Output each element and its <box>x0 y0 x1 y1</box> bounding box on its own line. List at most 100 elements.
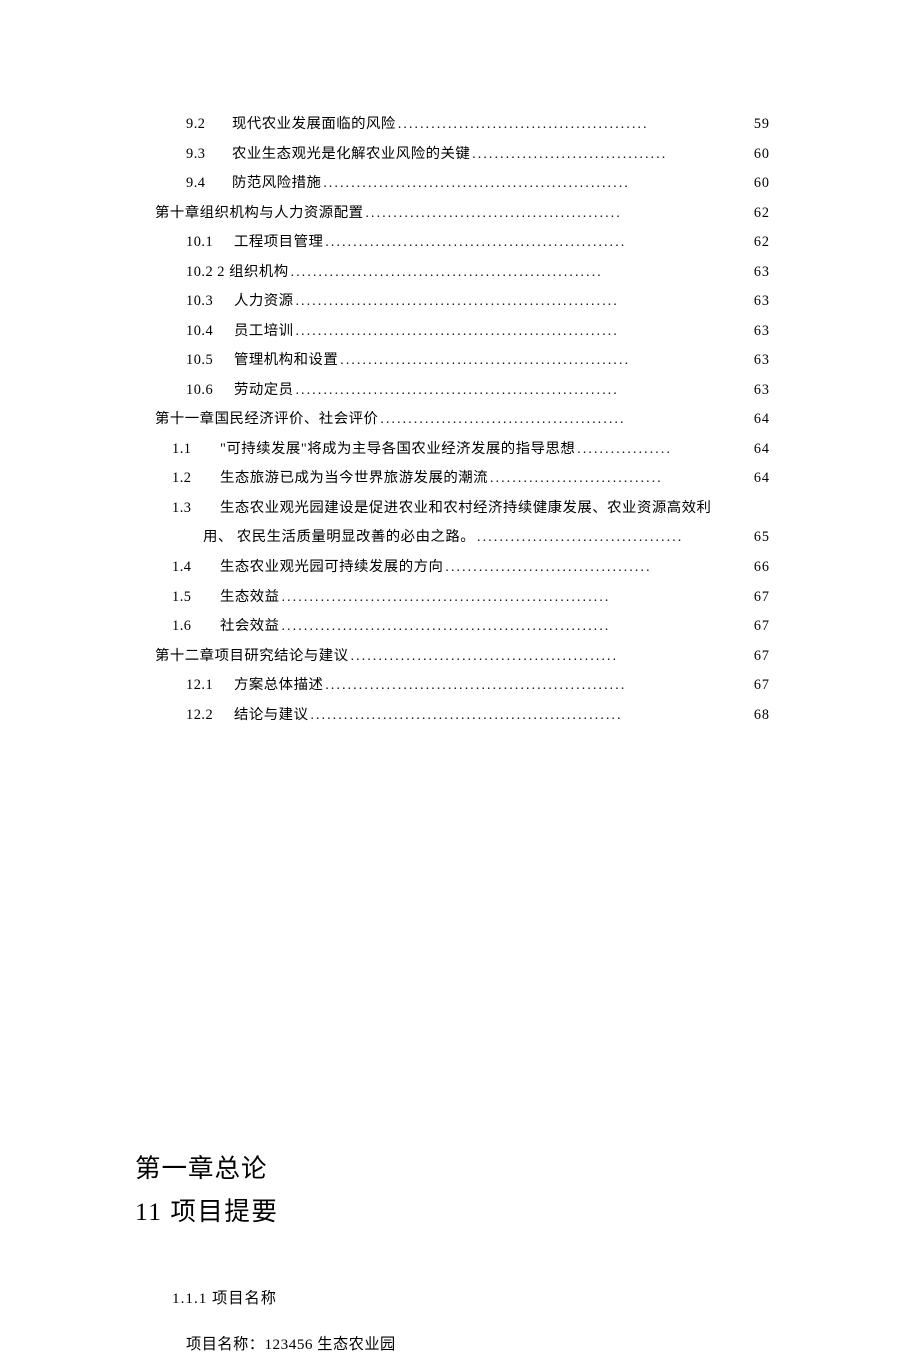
toc-title: 生态旅游已成为当今世界旅游发展的潮流 <box>220 464 488 494</box>
toc-number: 1.4 <box>172 553 220 583</box>
toc-number: 1.1 <box>172 435 220 465</box>
toc-entry: 10.5管理机构和设置.............................… <box>155 346 770 376</box>
toc-leader: ................................... <box>470 140 754 168</box>
toc-entry: 1.1"可持续发展"将成为主导各国农业经济发展的指导思想............… <box>155 435 770 465</box>
toc-title: 10.2 2 组织机构 <box>186 258 289 288</box>
toc-entry: 10.2 2 组织机构.............................… <box>155 258 770 288</box>
toc-leader: ........................................… <box>378 405 753 433</box>
toc-number: 1.5 <box>172 583 220 613</box>
toc-title: 管理机构和设置 <box>234 346 338 376</box>
toc-leader: ..................................... <box>443 553 753 581</box>
toc-page: 60 <box>754 140 770 169</box>
toc-leader: ........................................… <box>294 287 754 315</box>
toc-title: 工程项目管理 <box>234 228 323 258</box>
toc-page: 67 <box>754 583 770 612</box>
toc-entry-wrap: 用、 农民生活质量明显改善的必由之路。 ....................… <box>155 523 770 553</box>
toc-number: 1.6 <box>172 612 220 642</box>
toc-entry: 1.5生态效益.................................… <box>155 583 770 613</box>
toc-leader: ........................................… <box>323 671 753 699</box>
toc-page: 60 <box>754 169 770 198</box>
toc-page: 64 <box>754 405 770 434</box>
toc-title: 农业生态观光是化解农业风险的关键 <box>232 140 470 170</box>
toc-page: 64 <box>754 435 770 464</box>
toc-chapter-entry: 第十一章国民经济评价、社会评价.........................… <box>155 405 770 435</box>
toc-number: 1.2 <box>172 464 220 494</box>
toc-leader: ..................................... <box>475 523 754 551</box>
toc-number: 10.3 <box>186 287 234 317</box>
toc-page: 68 <box>754 701 770 730</box>
toc-entry: 1.2生态旅游已成为当今世界旅游发展的潮流...................… <box>155 464 770 494</box>
toc-title: 防范风险措施 <box>232 169 321 199</box>
toc-leader: ........................................… <box>338 346 754 374</box>
toc-number: 12.2 <box>186 701 234 731</box>
toc-title: 生态农业观光园可持续发展的方向 <box>220 553 443 583</box>
toc-leader: ........................................… <box>321 169 753 197</box>
toc-title: 生态农业观光园建设是促进农业和农村经济持续健康发展、农业资源高效利 <box>220 494 711 524</box>
toc-number: 9.4 <box>186 169 232 199</box>
toc-number: 10.5 <box>186 346 234 376</box>
toc-number: 10.1 <box>186 228 234 258</box>
toc-number: 9.3 <box>186 140 232 170</box>
toc-page: 67 <box>754 612 770 641</box>
section-heading: 11 项目提要 <box>135 1191 770 1228</box>
chapter-body: 第一章总论 11 项目提要 1.1.1 项目名称 项目名称：123456 生态农… <box>155 1148 770 1354</box>
toc-entry: 10.1工程项目管理..............................… <box>155 228 770 258</box>
toc-leader: ............................... <box>488 464 754 492</box>
toc-leader: ................. <box>575 435 754 463</box>
toc-entry: 9.2现代农业发展面临的风险..........................… <box>155 110 770 140</box>
toc-page: 59 <box>754 110 770 139</box>
toc-title: 现代农业发展面临的风险 <box>232 110 396 140</box>
toc-leader: ........................................… <box>294 317 754 345</box>
toc-number: 9.2 <box>186 110 232 140</box>
toc-number: 10.4 <box>186 317 234 347</box>
toc-page: 63 <box>754 317 770 346</box>
toc-entry: 10.4员工培训................................… <box>155 317 770 347</box>
toc-leader: ........................................… <box>280 612 754 640</box>
toc-leader: ........................................… <box>308 701 753 729</box>
toc-page: 62 <box>754 228 770 257</box>
toc-title: 生态效益 <box>220 583 280 613</box>
toc-chapter-entry: 第十章组织机构与人力资源配置..........................… <box>155 199 770 229</box>
toc-title: 方案总体描述 <box>234 671 323 701</box>
toc-page: 65 <box>754 523 770 552</box>
toc-entry: 1.3生态农业观光园建设是促进农业和农村经济持续健康发展、农业资源高效利 <box>155 494 770 524</box>
toc-page: 63 <box>754 258 770 287</box>
toc-number: 10.6 <box>186 376 234 406</box>
toc-leader: ........................................… <box>363 199 753 227</box>
toc-title: 第十章组织机构与人力资源配置 <box>155 199 363 229</box>
toc-entry: 12.1方案总体描述..............................… <box>155 671 770 701</box>
toc-page: 63 <box>754 346 770 375</box>
toc-chapter-entry: 第十二章项目研究结论与建议...........................… <box>155 642 770 672</box>
toc-leader: ........................................… <box>349 642 754 670</box>
toc-entry: 1.6社会效益.................................… <box>155 612 770 642</box>
toc-page: 62 <box>754 199 770 228</box>
chapter-heading: 第一章总论 <box>135 1148 770 1185</box>
toc-entry: 12.2结论与建议...............................… <box>155 701 770 731</box>
toc-leader: ........................................… <box>294 376 754 404</box>
toc-title: 员工培训 <box>234 317 294 347</box>
toc-leader: ........................................… <box>280 583 754 611</box>
toc-number: 1.3 <box>172 494 220 524</box>
toc-title: 劳动定员 <box>234 376 294 406</box>
toc-page: 67 <box>754 642 770 671</box>
subsection-heading: 1.1.1 项目名称 <box>172 1286 770 1308</box>
toc-entry: 1.4生态农业观光园可持续发展的方向......................… <box>155 553 770 583</box>
table-of-contents: 9.2现代农业发展面临的风险..........................… <box>155 110 770 730</box>
toc-title: 社会效益 <box>220 612 280 642</box>
toc-entry: 10.6劳动定员................................… <box>155 376 770 406</box>
toc-title: 结论与建议 <box>234 701 308 731</box>
project-name-line: 项目名称：123456 生态农业园 <box>186 1332 770 1354</box>
toc-number: 12.1 <box>186 671 234 701</box>
toc-entry: 9.3农业生态观光是化解农业风险的关键.....................… <box>155 140 770 170</box>
toc-leader: ........................................… <box>396 110 754 138</box>
toc-page: 63 <box>754 287 770 316</box>
toc-title: 用、 农民生活质量明显改善的必由之路。 <box>203 523 475 553</box>
toc-title: 第十二章项目研究结论与建议 <box>155 642 349 672</box>
toc-leader: ........................................… <box>323 228 753 256</box>
toc-page: 67 <box>754 671 770 700</box>
toc-page: 63 <box>754 376 770 405</box>
toc-title: "可持续发展"将成为主导各国农业经济发展的指导思想 <box>220 435 575 465</box>
toc-page: 66 <box>754 553 770 582</box>
toc-title: 第十一章国民经济评价、社会评价 <box>155 405 378 435</box>
toc-entry: 10.3人力资源................................… <box>155 287 770 317</box>
